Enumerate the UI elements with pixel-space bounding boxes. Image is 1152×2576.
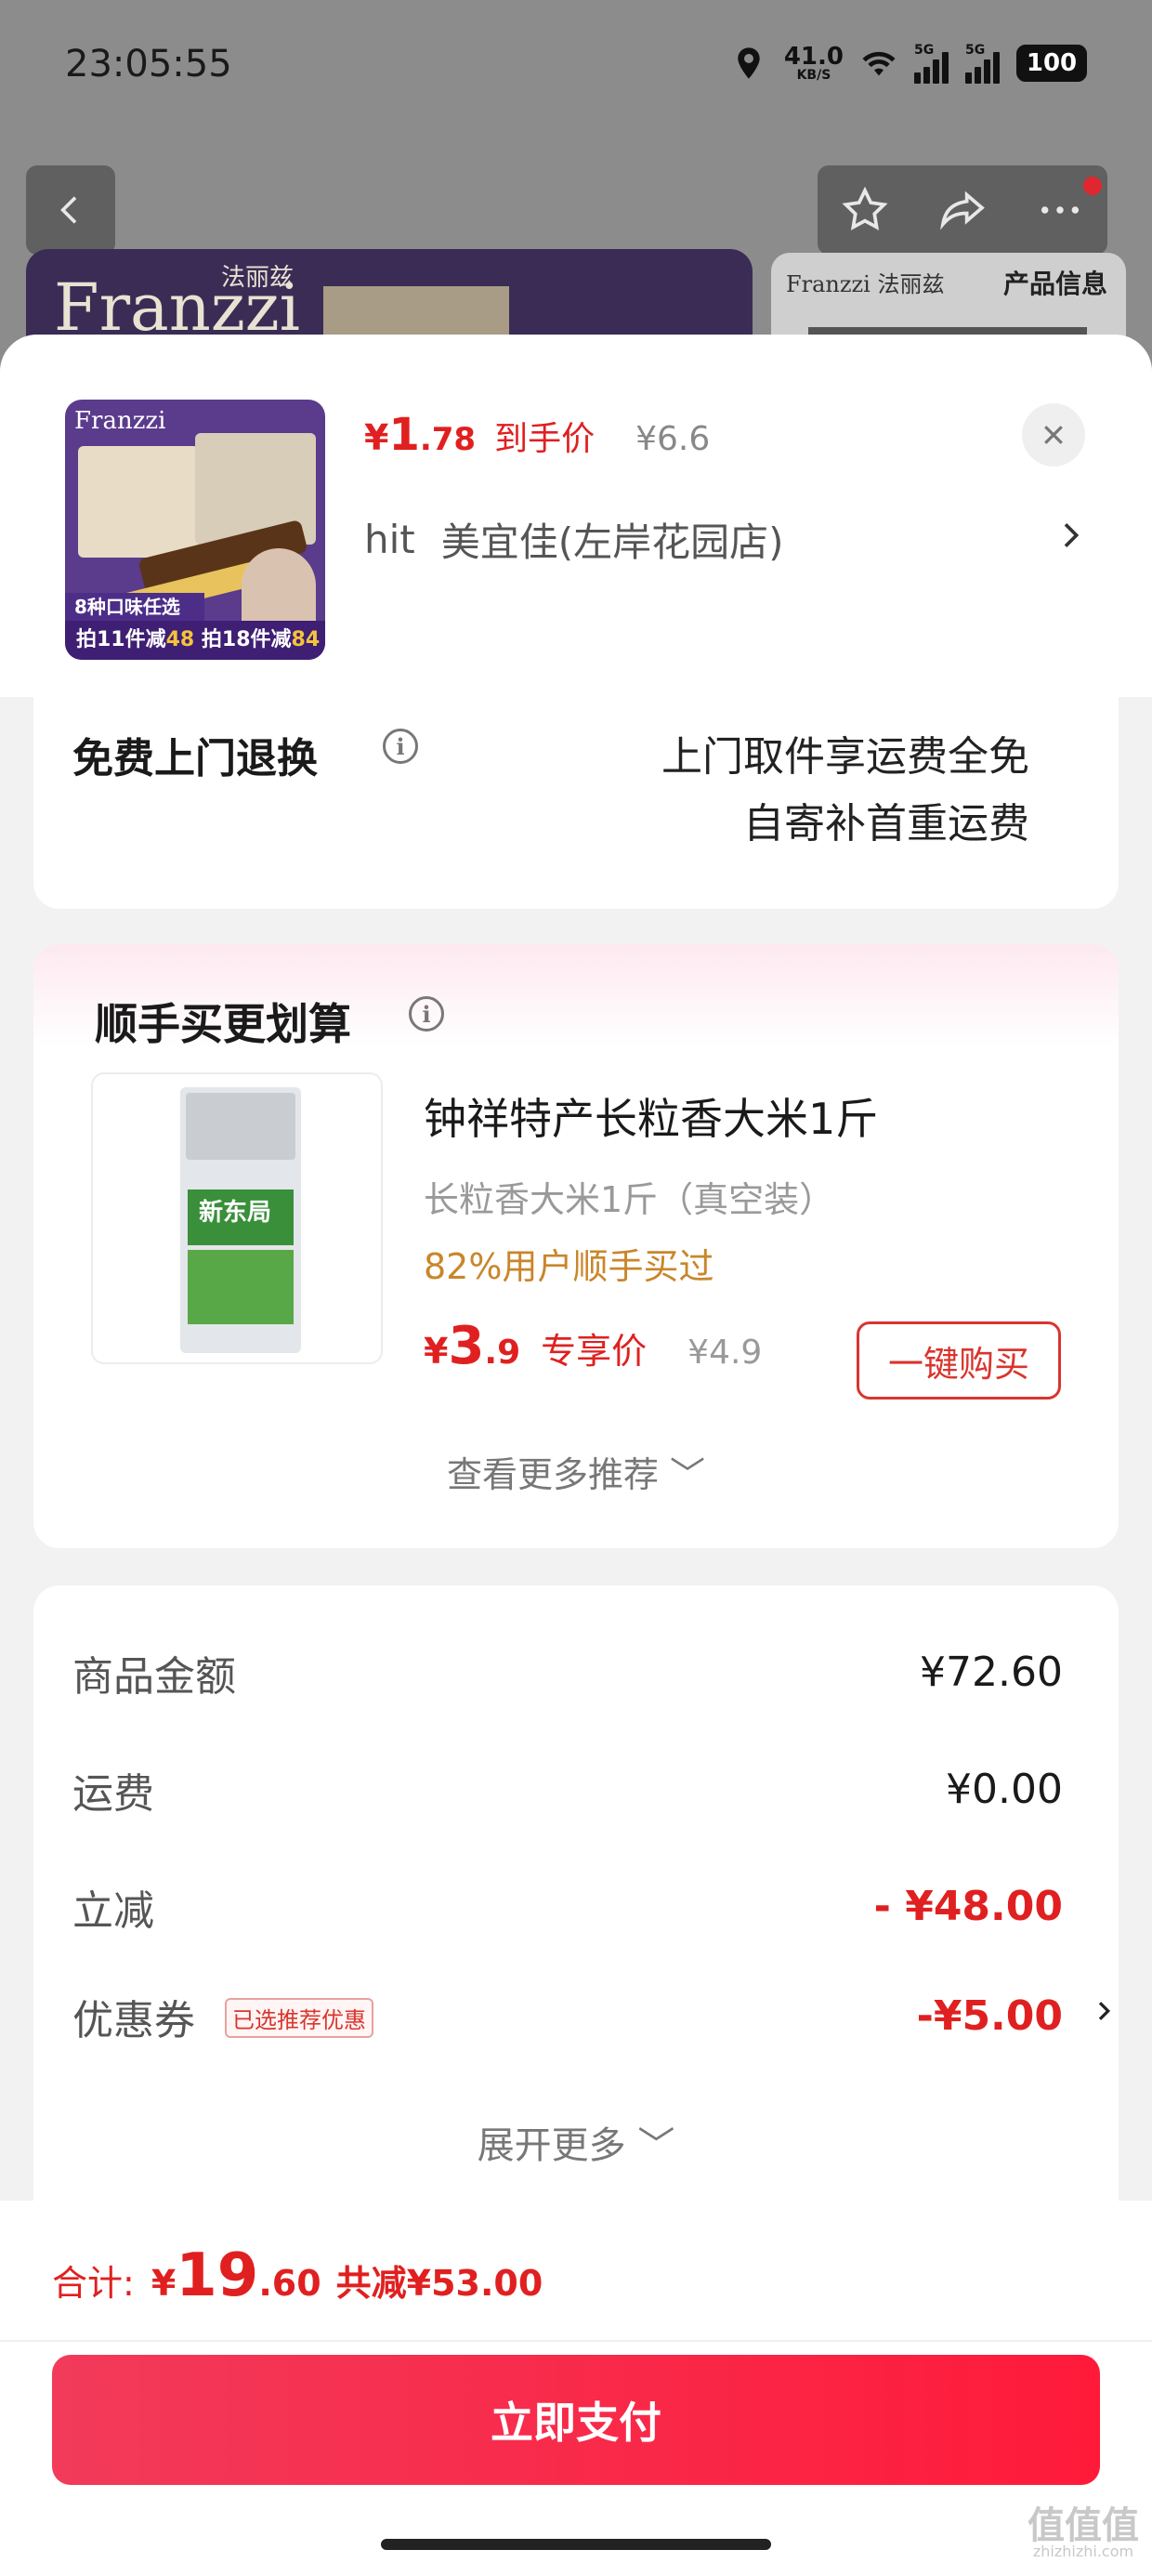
status-time: 23:05:55 — [65, 43, 232, 85]
info-icon[interactable]: i — [383, 729, 418, 764]
more-recommend-link[interactable]: 查看更多推荐 ﹀ — [33, 1446, 1119, 1497]
recommend-item-name[interactable]: 钟祥特产长粒香大米1斤 — [424, 1085, 878, 1147]
recommend-item-spec: 长粒香大米1斤（真空装） — [424, 1179, 835, 1220]
divider — [0, 2340, 1152, 2342]
net-speed: 41.0 KB/S — [784, 45, 844, 82]
info-brand: Franzzi 法丽兹 — [786, 271, 945, 297]
notification-dot — [1083, 177, 1102, 195]
chevron-left-icon — [60, 196, 77, 224]
status-bar: 23:05:55 41.0 KB/S 5G 5G 100 — [0, 0, 1152, 139]
close-button[interactable] — [1022, 403, 1085, 467]
rice-bag-image: 新东局 — [180, 1087, 301, 1353]
net-speed-value: 41.0 — [783, 43, 844, 71]
return-line-2: 自寄补首重运费 — [743, 800, 1029, 848]
more-icon[interactable] — [1034, 184, 1086, 236]
recommend-item-image[interactable]: 新东局 — [91, 1072, 383, 1364]
chevron-right-icon — [1098, 2002, 1111, 2020]
return-line-1: 上门取件享运费全免 — [661, 733, 1029, 781]
one-click-buy-button[interactable]: 一键购买 — [857, 1321, 1061, 1400]
summary-row-coupon[interactable]: 优惠券 已选推荐优惠 -¥5.00 — [72, 1987, 1111, 2044]
recommend-item-price: ¥ 3 .9 专享价 ¥4.9 — [424, 1316, 763, 1376]
thumb-promo: 拍11件减48 拍18件减84 — [65, 621, 325, 660]
signal-icon-sim1: 5G — [914, 43, 949, 84]
bottom-bar: 合计: ¥ 19 .60 共减¥53.00 立即支付 值值值 zhizhizhi… — [0, 2201, 1152, 2576]
store-prefix: hit — [364, 517, 415, 562]
hero-brand-cn: 法丽兹 — [221, 264, 295, 292]
share-icon[interactable] — [935, 184, 990, 236]
close-icon — [1044, 426, 1063, 444]
expand-more-link[interactable]: 展开更多 ﹀ — [33, 2115, 1119, 2169]
product-header: Franzzi 8种口味任选 拍11件减48 拍18件减84 ¥ 1 .78 到… — [0, 335, 1152, 697]
order-total: 合计: ¥ 19 .60 共减¥53.00 — [52, 2241, 543, 2310]
signal-icon-sim2: 5G — [965, 43, 1000, 84]
product-price: ¥ 1 .78 到手价 ¥6.6 — [364, 409, 711, 461]
store-selector[interactable]: hit 美宜佳(左岸花园店) — [364, 511, 1089, 568]
summary-row-subtotal: 商品金额 ¥72.60 — [72, 1649, 1063, 1701]
recommend-title: 顺手买更划算 — [95, 999, 351, 1049]
total-discount: 共减¥53.00 — [335, 2263, 543, 2304]
home-indicator[interactable] — [381, 2539, 771, 2550]
info-icon[interactable]: i — [409, 996, 444, 1032]
star-icon[interactable] — [839, 184, 891, 236]
battery-icon: 100 — [1016, 45, 1087, 82]
net-speed-unit: KB/S — [796, 68, 831, 83]
location-icon — [738, 47, 760, 79]
original-price: ¥6.6 — [635, 420, 711, 458]
store-name: 美宜佳(左岸花园店) — [440, 519, 784, 565]
recommend-item-bought: 82%用户顺手买过 — [424, 1246, 714, 1287]
thumb-badge: 8种口味任选 — [65, 593, 204, 621]
product-thumbnail[interactable]: Franzzi 8种口味任选 拍11件减48 拍18件减84 — [65, 400, 325, 660]
coupon-badge: 已选推荐优惠 — [225, 1998, 373, 2038]
page-actions — [818, 165, 1107, 255]
original-price: ¥4.9 — [687, 1334, 763, 1372]
summary-row-shipping: 运费 ¥0.00 — [72, 1766, 1063, 1818]
pay-now-button[interactable]: 立即支付 — [52, 2355, 1100, 2485]
price-tag: 专享价 — [541, 1331, 648, 1372]
status-icons: 41.0 KB/S 5G 5G 100 — [730, 43, 1087, 84]
info-title: 产品信息 — [1002, 269, 1107, 299]
back-button[interactable] — [26, 165, 115, 255]
wifi-icon — [862, 51, 896, 76]
return-policy-card: 免费上门退换 i 上门取件享运费全免 自寄补首重运费 — [33, 697, 1119, 909]
watermark: 值值值 zhizhizhi.com — [1028, 2504, 1139, 2560]
recommend-card: 顺手买更划算 i 新东局 钟祥特产长粒香大米1斤 长粒香大米1斤（真空装） 82… — [33, 944, 1119, 1548]
summary-row-instant-discount: 立减 - ¥48.00 — [72, 1883, 1063, 1935]
chevron-right-icon — [1064, 523, 1080, 547]
price-tag: 到手价 — [494, 420, 596, 458]
return-title: 免费上门退换 — [72, 735, 318, 782]
